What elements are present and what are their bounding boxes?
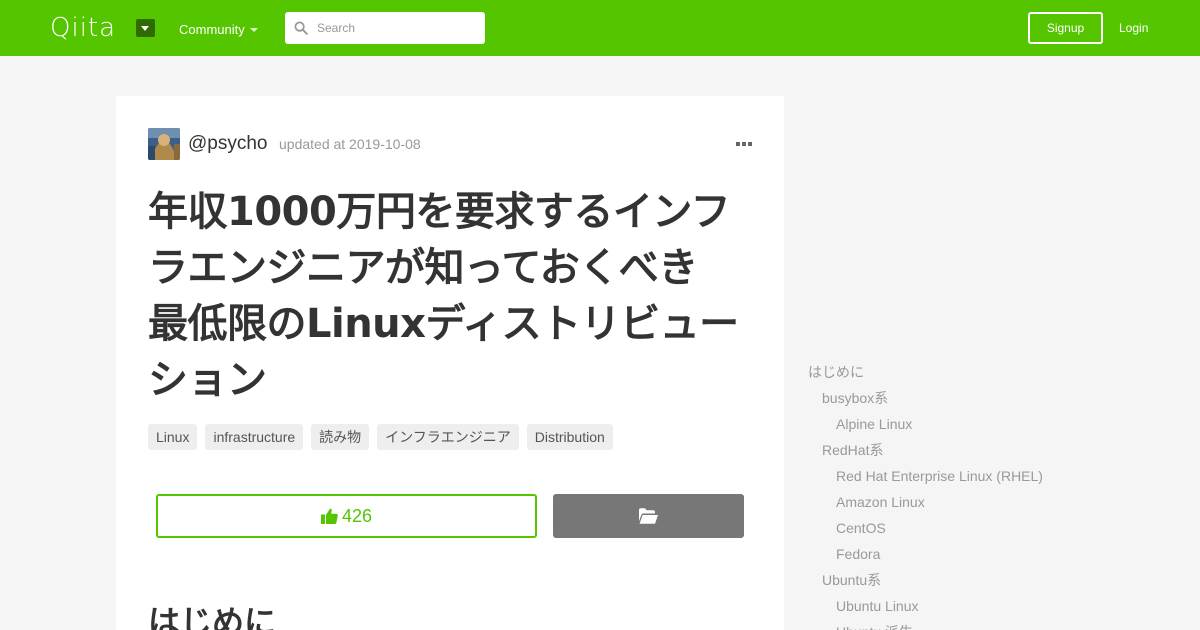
search-icon (294, 21, 308, 35)
title-line: 年収1000万円を要求するインフ (148, 189, 731, 235)
toc-item[interactable]: RedHat系 (822, 440, 883, 460)
title-line: 最低限のLinuxディストリビュー (148, 301, 739, 347)
login-link[interactable]: Login (1119, 20, 1148, 36)
toc-item[interactable]: busybox系 (822, 388, 888, 408)
tag-distribution[interactable]: Distribution (526, 424, 613, 450)
search-input[interactable] (313, 12, 481, 44)
toc-item[interactable]: はじめに (808, 362, 864, 382)
tag-infrastructure[interactable]: infrastructure (205, 424, 304, 450)
search-box[interactable] (285, 12, 485, 44)
qiita-logo[interactable]: Qiita (50, 14, 116, 42)
folder-open-icon (639, 508, 658, 524)
title-line: ション (148, 357, 267, 403)
stock-button[interactable] (553, 494, 744, 538)
tag-yomimono[interactable]: 読み物 (311, 424, 370, 450)
more-icon[interactable] (736, 141, 752, 147)
toc-item[interactable]: Fedora (836, 544, 880, 564)
toc-item[interactable]: Ubuntu Linux (836, 596, 919, 616)
article-card: @psycho updated at 2019-10-08 年収1000万円を要… (116, 96, 784, 630)
toc-item[interactable]: Amazon Linux (836, 492, 925, 512)
updated-date: updated at 2019-10-08 (279, 136, 421, 152)
like-count: 426 (341, 506, 373, 526)
global-header: Qiita Community Signup Login (0, 0, 1200, 56)
community-menu[interactable]: Community (179, 22, 245, 38)
toc-item[interactable]: CentOS (836, 518, 886, 538)
toc-item[interactable]: Ubuntu 派生 (836, 622, 913, 630)
tag-linux[interactable]: Linux (148, 424, 198, 450)
section-heading: はじめに (148, 603, 277, 630)
caret-down-icon (250, 28, 258, 32)
like-button[interactable]: 426 (156, 494, 537, 538)
avatar-image (148, 128, 180, 160)
tag-infra-engineer[interactable]: インフラエンジニア (377, 424, 519, 450)
author-avatar[interactable] (148, 128, 180, 160)
author-username[interactable]: @psycho (188, 133, 268, 155)
toc-item[interactable]: Ubuntu系 (822, 570, 881, 590)
tag-list: Linux infrastructure 読み物 インフラエンジニア Distribut… (148, 424, 621, 450)
article-title: 年収1000万円を要求するインフ ラエンジニアが知っておくべき 最低限のLinu… (148, 184, 758, 408)
title-line: ラエンジニアが知っておくべき (148, 245, 698, 291)
signup-button[interactable]: Signup (1028, 12, 1103, 44)
toc-item[interactable]: Alpine Linux (836, 414, 912, 434)
thumbs-up-icon (320, 508, 338, 524)
toc-item[interactable]: Red Hat Enterprise Linux (RHEL) (836, 466, 1043, 486)
logo-dropdown-button[interactable] (136, 19, 155, 37)
